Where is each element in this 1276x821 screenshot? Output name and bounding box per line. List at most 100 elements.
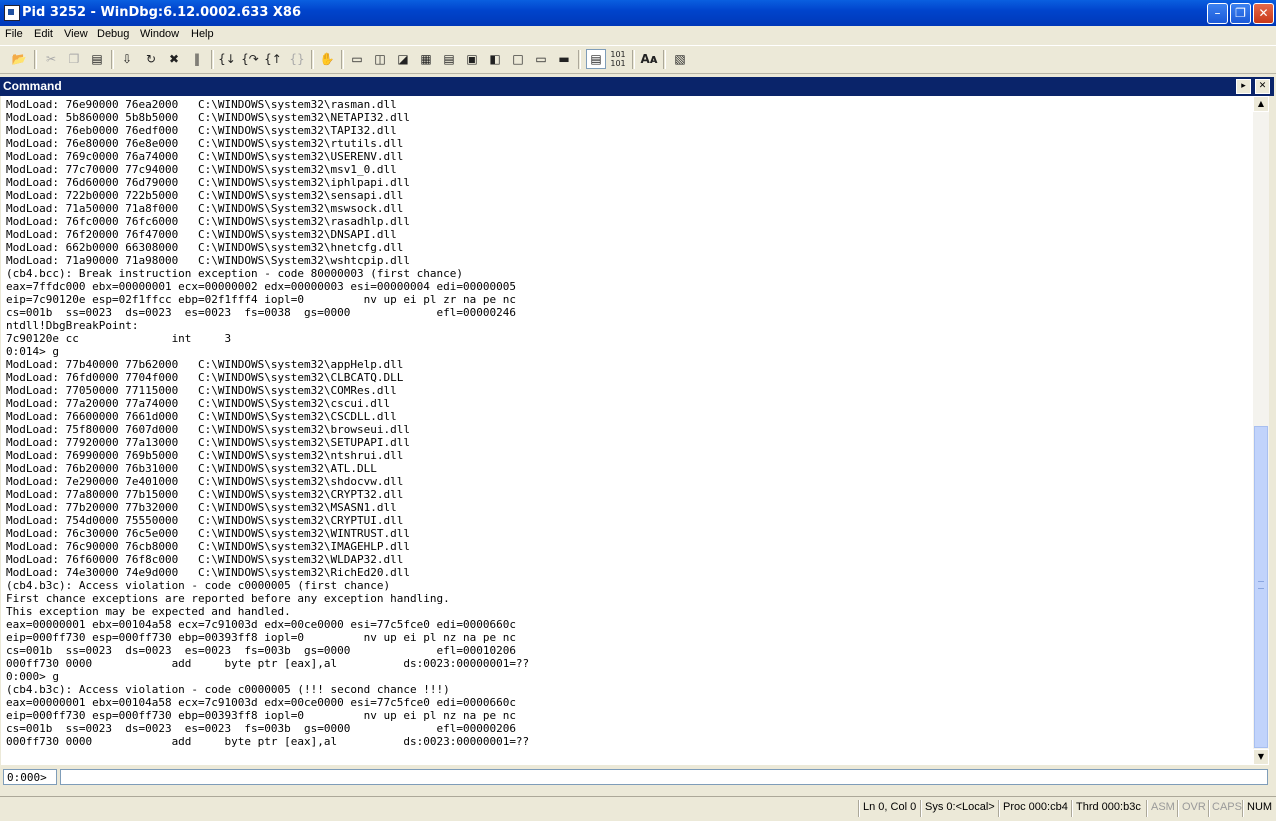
output-line: ModLoad: 722b0000 722b5000 C:\WINDOWS\sy… [6, 189, 404, 202]
output-line: ModLoad: 76c30000 76c5e000 C:\WINDOWS\sy… [6, 527, 410, 540]
output-line: ModLoad: 77b20000 77b32000 C:\WINDOWS\sy… [6, 501, 397, 514]
menu-debug[interactable]: Debug [97, 28, 129, 40]
status-caps: CAPS [1212, 801, 1242, 813]
output-line: ModLoad: 76d60000 76d79000 C:\WINDOWS\sy… [6, 176, 410, 189]
stop-debugging-icon[interactable]: ✖ [165, 50, 183, 68]
output-line: ModLoad: 76b20000 76b31000 C:\WINDOWS\sy… [6, 462, 377, 475]
output-line: ModLoad: 77a20000 77a74000 C:\WINDOWS\Sy… [6, 397, 391, 410]
command-window-close-button[interactable]: ✕ [1255, 79, 1270, 94]
command-window-title-bar[interactable]: Command ▸ ✕ [0, 77, 1274, 96]
output-line: ModLoad: 76eb0000 76edf000 C:\WINDOWS\sy… [6, 124, 397, 137]
output-line: cs=001b ss=0023 ds=0023 es=0023 fs=003b … [6, 722, 516, 735]
output-line: 000ff730 0000 add byte ptr [eax],al ds:0… [6, 657, 530, 670]
watch-icon[interactable]: ◫ [371, 50, 389, 68]
call-stack-icon[interactable]: ▣ [463, 50, 481, 68]
output-line: ntdll!DbgBreakPoint: [6, 319, 139, 332]
menu-edit[interactable]: Edit [34, 28, 53, 40]
output-line: ModLoad: 76fc0000 76fc6000 C:\WINDOWS\sy… [6, 215, 410, 228]
scroll-up-arrow[interactable]: ▲ [1253, 96, 1269, 112]
output-line: ModLoad: 769c0000 76a74000 C:\WINDOWS\sy… [6, 150, 404, 163]
menu-help[interactable]: Help [191, 28, 214, 40]
paste-icon[interactable]: ▤ [88, 50, 106, 68]
close-button[interactable]: ✕ [1253, 3, 1274, 24]
source-mode-icon[interactable]: ✋ [318, 50, 336, 68]
output-line: ModLoad: 5b860000 5b8b5000 C:\WINDOWS\sy… [6, 111, 410, 124]
step-out-icon[interactable]: {↑ [264, 50, 282, 68]
source-mode-toggle-icon[interactable]: ▭ [532, 50, 550, 68]
status-process: Proc 000:cb4 [1003, 801, 1068, 813]
status-ovr: OVR [1182, 801, 1206, 813]
command-output[interactable]: ModLoad: 76e90000 76ea2000 C:\WINDOWS\sy… [1, 96, 1253, 765]
output-line: 0:014> g [6, 345, 59, 358]
hex-display-icon[interactable]: 101 101 [609, 50, 627, 68]
command-input-row: 0:000> [1, 768, 1271, 787]
copy-icon[interactable]: ❐ [65, 50, 83, 68]
output-line: ModLoad: 76990000 769b5000 C:\WINDOWS\sy… [6, 449, 404, 462]
scratch-pad-icon[interactable]: □ [509, 50, 527, 68]
output-line: ModLoad: 754d0000 75550000 C:\WINDOWS\sy… [6, 514, 404, 527]
options-icon[interactable]: ▧ [671, 50, 689, 68]
output-line: ModLoad: 75f80000 7607d000 C:\WINDOWS\sy… [6, 423, 410, 436]
menu-window[interactable]: Window [140, 28, 179, 40]
output-line: eip=000ff730 esp=000ff730 ebp=00393ff8 i… [6, 709, 516, 722]
go-icon[interactable]: ⇩ [118, 50, 136, 68]
output-line: ModLoad: 77b40000 77b62000 C:\WINDOWS\sy… [6, 358, 404, 371]
hex-mode-icon[interactable]: ▬ [555, 50, 573, 68]
menu-file[interactable]: File [5, 28, 23, 40]
run-to-cursor-icon[interactable]: {} [288, 50, 306, 68]
source-mode-on-icon[interactable]: ▤ [586, 49, 606, 69]
output-line: ModLoad: 76f60000 76f8c000 C:\WINDOWS\sy… [6, 553, 404, 566]
output-line: ModLoad: 77920000 77a13000 C:\WINDOWS\sy… [6, 436, 410, 449]
menu-view[interactable]: View [64, 28, 88, 40]
step-over-icon[interactable]: {↷ [241, 50, 259, 68]
output-line: ModLoad: 662b0000 66308000 C:\WINDOWS\sy… [6, 241, 404, 254]
output-line: First chance exceptions are reported bef… [6, 592, 450, 605]
maximize-button[interactable]: ❐ [1230, 3, 1251, 24]
toolbar: 📂 ✂ ❐ ▤ ⇩ ↻ ✖ ‖ {↓ {↷ {↑ {} ✋ ▭ ◫ ◪ ▦ ▤ … [0, 45, 1276, 74]
vertical-scrollbar[interactable]: ▲ ▼ [1253, 96, 1269, 765]
status-bar: Ln 0, Col 0 Sys 0:<Local> Proc 000:cb4 T… [0, 796, 1276, 821]
command-window-menu-button[interactable]: ▸ [1236, 79, 1251, 94]
status-system: Sys 0:<Local> [925, 801, 995, 813]
memory-icon[interactable]: ▤ [440, 50, 458, 68]
menu-bar: File Edit View Debug Window Help [0, 26, 1276, 44]
title-bar[interactable]: Pid 3252 - WinDbg:6.12.0002.633 X86 – ❐ … [0, 0, 1276, 26]
restart-icon[interactable]: ↻ [142, 50, 160, 68]
output-line: cs=001b ss=0023 ds=0023 es=0023 fs=0038 … [6, 306, 516, 319]
output-line: 000ff730 0000 add byte ptr [eax],al ds:0… [6, 735, 530, 748]
locals-icon[interactable]: ◪ [394, 50, 412, 68]
output-line: ModLoad: 74e30000 74e9d000 C:\WINDOWS\sy… [6, 566, 410, 579]
step-into-icon[interactable]: {↓ [218, 50, 236, 68]
open-icon[interactable]: 📂 [10, 50, 28, 68]
scroll-down-arrow[interactable]: ▼ [1253, 749, 1269, 765]
disassembly-icon[interactable]: ◧ [486, 50, 504, 68]
registers-icon[interactable]: ▦ [417, 50, 435, 68]
scroll-thumb[interactable] [1254, 426, 1268, 748]
output-line: eip=000ff730 esp=000ff730 ebp=00393ff8 i… [6, 631, 516, 644]
command-prompt: 0:000> [3, 769, 57, 785]
output-line: eip=7c90120e esp=02f1ffcc ebp=02f1fff4 i… [6, 293, 516, 306]
window-title: Pid 3252 - WinDbg:6.12.0002.633 X86 [22, 5, 302, 20]
output-line: ModLoad: 76f20000 76f47000 C:\WINDOWS\sy… [6, 228, 397, 241]
output-line: ModLoad: 71a90000 71a98000 C:\WINDOWS\Sy… [6, 254, 410, 267]
status-num: NUM [1247, 801, 1273, 813]
output-line: ModLoad: 76e80000 76e8e000 C:\WINDOWS\sy… [6, 137, 404, 150]
output-line: eax=7ffdc000 ebx=00000001 ecx=00000002 e… [6, 280, 516, 293]
output-line: eax=00000001 ebx=00104a58 ecx=7c91003d e… [6, 696, 516, 709]
cut-icon[interactable]: ✂ [42, 50, 60, 68]
output-line: ModLoad: 76c90000 76cb8000 C:\WINDOWS\sy… [6, 540, 410, 553]
status-position: Ln 0, Col 0 [863, 801, 917, 813]
command-input[interactable] [60, 769, 1268, 785]
command-icon[interactable]: ▭ [348, 50, 366, 68]
output-line: ModLoad: 76fd0000 7704f000 C:\WINDOWS\sy… [6, 371, 404, 384]
output-line: ModLoad: 77c70000 77c94000 C:\WINDOWS\sy… [6, 163, 397, 176]
minimize-button[interactable]: – [1207, 3, 1228, 24]
break-icon[interactable]: ‖ [188, 50, 206, 68]
windbg-app-icon[interactable] [4, 5, 20, 21]
font-icon[interactable]: Aᴀ [640, 50, 658, 68]
output-line: ModLoad: 76600000 7661d000 C:\WINDOWS\Sy… [6, 410, 397, 423]
command-window-title: Command [3, 79, 62, 93]
output-line: ModLoad: 77050000 77115000 C:\WINDOWS\sy… [6, 384, 397, 397]
output-line: ModLoad: 71a50000 71a8f000 C:\WINDOWS\Sy… [6, 202, 404, 215]
output-line: ModLoad: 7e290000 7e401000 C:\WINDOWS\sy… [6, 475, 404, 488]
